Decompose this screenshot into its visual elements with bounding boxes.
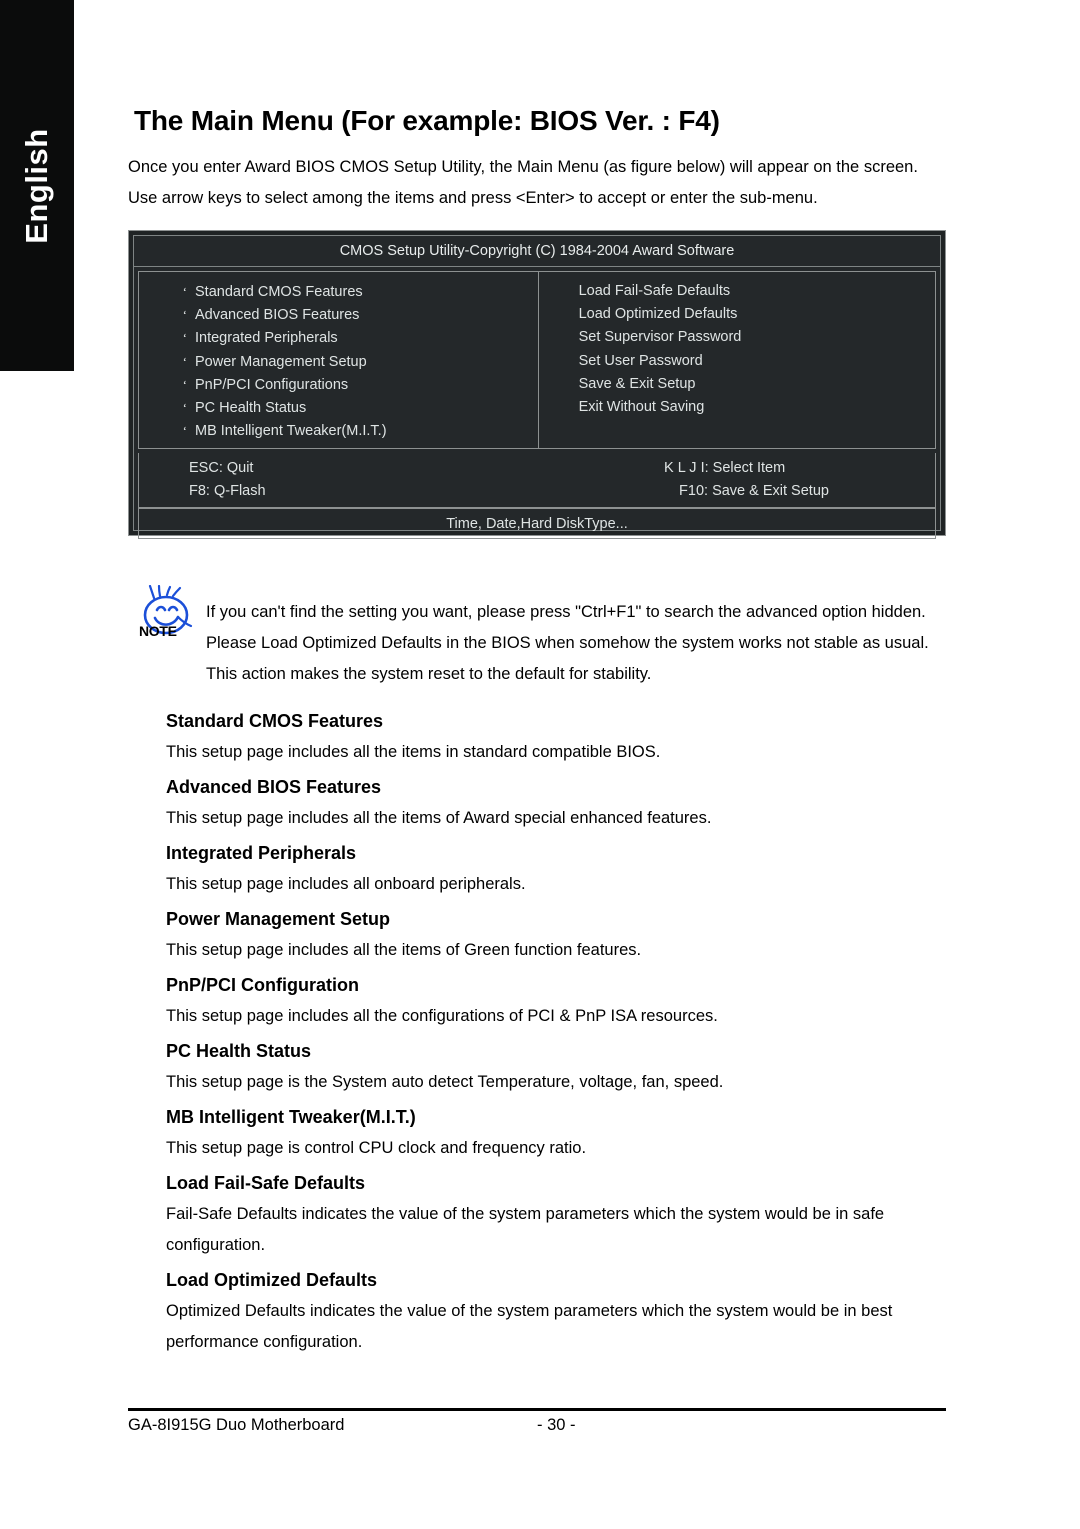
- section-heading: Advanced BIOS Features: [166, 777, 382, 797]
- note-smiley-icon: NOTE: [136, 585, 206, 647]
- bios-key-help-area: ESC: Quit K L J I: Select Item F8: Q-Fla…: [138, 453, 936, 509]
- intro-line-2: Use arrow keys to select among the items…: [128, 189, 818, 207]
- bullet-arrow-icon: ‘: [182, 330, 187, 346]
- bullet-arrow-icon: ‘: [182, 399, 187, 415]
- bios-title-bar: CMOS Setup Utility-Copyright (C) 1984-20…: [134, 236, 940, 267]
- bios-menu-item-exit-without-saving[interactable]: Exit Without Saving: [539, 396, 935, 419]
- section-heading: Load Fail-Safe Defaults: [166, 1173, 366, 1193]
- page-footer: GA-8I915G Duo Motherboard - 30 -: [128, 1408, 946, 1435]
- bios-menu-area: ‘ Standard CMOS Features ‘ Advanced BIOS…: [138, 271, 936, 450]
- note-line-3: This action makes the system reset to th…: [206, 665, 652, 683]
- bullet-arrow-icon: ‘: [182, 284, 187, 299]
- section-body: Optimized Defaults indicates the value o…: [166, 1302, 893, 1351]
- bios-menu-item-label: Integrated Peripherals: [195, 330, 338, 347]
- bios-menu-item-mb-intelligent-tweaker[interactable]: ‘ MB Intelligent Tweaker(M.I.T.): [139, 419, 538, 442]
- bios-key-f8-qflash: F8: Q-Flash: [189, 483, 266, 500]
- footer-product-name: GA-8I915G Duo Motherboard: [128, 1416, 345, 1434]
- bullet-arrow-icon: ‘: [182, 353, 187, 369]
- bios-menu-item-label: PC Health Status: [195, 399, 307, 416]
- note-line-2: Please Load Optimized Defaults in the BI…: [206, 634, 929, 652]
- bullet-arrow-icon: ‘: [182, 423, 187, 439]
- bios-menu-item-label: PnP/PCI Configurations: [195, 376, 349, 393]
- section-body: This setup page is the System auto detec…: [166, 1073, 724, 1091]
- note-label: NOTE: [139, 623, 177, 639]
- bios-menu-item-label: Advanced BIOS Features: [195, 307, 360, 324]
- section-heading: MB Intelligent Tweaker(M.I.T.): [166, 1107, 416, 1127]
- page-content: The Main Menu (For example: BIOS Ver. : …: [128, 0, 960, 1529]
- bullet-arrow-icon: ‘: [182, 307, 187, 323]
- bios-menu-item-label: MB Intelligent Tweaker(M.I.T.): [195, 423, 387, 440]
- section-load-fail-safe-defaults: Load Fail-Safe Defaults Fail-Safe Defaul…: [128, 1167, 960, 1263]
- section-body: This setup page includes all the items o…: [166, 809, 712, 827]
- bios-menu-item-load-optimized-defaults[interactable]: Load Optimized Defaults: [539, 303, 935, 326]
- language-tab-label: English: [19, 127, 54, 244]
- section-heading: PnP/PCI Configuration: [166, 975, 359, 995]
- page-title: The Main Menu (For example: BIOS Ver. : …: [134, 105, 720, 136]
- bios-main-menu-figure: CMOS Setup Utility-Copyright (C) 1984-20…: [128, 230, 946, 540]
- bios-menu-item-label: Standard CMOS Features: [195, 284, 363, 300]
- bios-key-f10-save-exit: F10: Save & Exit Setup: [679, 483, 829, 500]
- section-standard-cmos-features: Standard CMOS Features This setup page i…: [128, 705, 960, 770]
- bios-menu-item-pnp-pci-configurations[interactable]: ‘ PnP/PCI Configurations: [139, 373, 538, 396]
- bios-menu-item-load-fail-safe-defaults[interactable]: Load Fail-Safe Defaults: [539, 280, 935, 303]
- section-pnp-pci-configuration: PnP/PCI Configuration This setup page in…: [128, 969, 960, 1034]
- section-body: Fail-Safe Defaults indicates the value o…: [166, 1205, 885, 1254]
- bios-status-line: Time, Date,Hard DiskType...: [138, 508, 936, 540]
- bios-menu-item-advanced-bios-features[interactable]: ‘ Advanced BIOS Features: [139, 303, 538, 326]
- bios-key-esc-quit: ESC: Quit: [189, 460, 254, 477]
- bios-key-help-row: F8: Q-Flash F10: Save & Exit Setup: [139, 480, 935, 503]
- note-line-1: If you can't find the setting you want, …: [206, 603, 926, 621]
- intro-line-1: Once you enter Award BIOS CMOS Setup Uti…: [128, 158, 918, 176]
- intro-paragraph: Once you enter Award BIOS CMOS Setup Uti…: [128, 152, 960, 214]
- section-heading: Standard CMOS Features: [166, 711, 384, 731]
- section-power-management-setup: Power Management Setup This setup page i…: [128, 903, 960, 968]
- bullet-arrow-icon: ‘: [182, 376, 187, 392]
- bios-menu-item-integrated-peripherals[interactable]: ‘ Integrated Peripherals: [139, 326, 538, 349]
- bios-key-select-item: K L J I: Select Item: [664, 460, 786, 477]
- section-mb-intelligent-tweaker: MB Intelligent Tweaker(M.I.T.) This setu…: [128, 1101, 960, 1166]
- section-body: This setup page includes all onboard per…: [166, 875, 526, 893]
- bios-menu-item-pc-health-status[interactable]: ‘ PC Health Status: [139, 396, 538, 419]
- bios-key-help-row: ESC: Quit K L J I: Select Item: [139, 457, 935, 480]
- section-body: This setup page includes all the items i…: [166, 743, 661, 761]
- footer-row: GA-8I915G Duo Motherboard - 30 -: [128, 1411, 946, 1435]
- section-heading: Power Management Setup: [166, 909, 391, 929]
- section-body: This setup page includes all the items o…: [166, 941, 642, 959]
- section-advanced-bios-features: Advanced BIOS Features This setup page i…: [128, 771, 960, 836]
- bios-menu-item-label: Power Management Setup: [195, 353, 367, 370]
- bios-menu-column-right: Load Fail-Safe Defaults Load Optimized D…: [539, 272, 935, 448]
- section-load-optimized-defaults: Load Optimized Defaults Optimized Defaul…: [128, 1264, 960, 1360]
- bios-menu-item-save-and-exit-setup[interactable]: Save & Exit Setup: [539, 373, 935, 396]
- bios-menu-item-standard-cmos-features[interactable]: ‘ Standard CMOS Features: [139, 280, 538, 303]
- section-body: This setup page includes all the configu…: [166, 1007, 718, 1025]
- bios-menu-column-left: ‘ Standard CMOS Features ‘ Advanced BIOS…: [139, 272, 539, 449]
- bios-menu-item-set-supervisor-password[interactable]: Set Supervisor Password: [539, 326, 935, 349]
- section-heading: PC Health Status: [166, 1041, 312, 1061]
- section-heading: Load Optimized Defaults: [166, 1270, 378, 1290]
- bios-screen: CMOS Setup Utility-Copyright (C) 1984-20…: [133, 235, 941, 540]
- section-pc-health-status: PC Health Status This setup page is the …: [128, 1035, 960, 1100]
- section-list: Standard CMOS Features This setup page i…: [128, 705, 960, 1361]
- bios-menu-item-power-management-setup[interactable]: ‘ Power Management Setup: [139, 350, 538, 373]
- bios-menu-item-set-user-password[interactable]: Set User Password: [539, 350, 935, 373]
- footer-page-number: - 30 -: [537, 1416, 576, 1434]
- section-integrated-peripherals: Integrated Peripherals This setup page i…: [128, 837, 960, 902]
- note-text: If you can't find the setting you want, …: [206, 597, 960, 690]
- language-tab-english: English: [0, 0, 74, 371]
- section-heading: Integrated Peripherals: [166, 843, 357, 863]
- section-body: This setup page is control CPU clock and…: [166, 1139, 587, 1157]
